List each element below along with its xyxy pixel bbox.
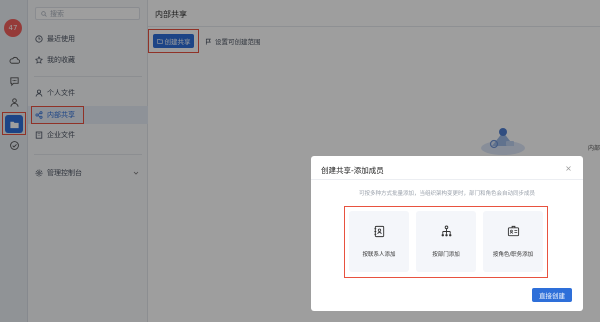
add-by-contact-option[interactable]: 按联系人添加 bbox=[349, 211, 409, 272]
add-by-role-option[interactable]: 按角色/职务添加 bbox=[483, 211, 543, 272]
close-icon[interactable]: × bbox=[565, 165, 572, 173]
add-by-department-option[interactable]: 按部门添加 bbox=[416, 211, 476, 272]
dialog-hint: 可按多种方式批量添加，当组织架构变更时，部门和角色会自动同步成员 bbox=[358, 191, 535, 197]
dialog-divider bbox=[311, 179, 583, 180]
option-label: 按部门添加 bbox=[432, 252, 460, 258]
option-label: 按联系人添加 bbox=[362, 252, 396, 258]
contact-card-icon bbox=[373, 225, 384, 238]
org-chart-icon bbox=[441, 225, 451, 237]
add-members-dialog: 创建共享-添加成员 × 可按多种方式批量添加，当组织架构变更时，部门和角色会自动… bbox=[311, 156, 583, 311]
dialog-title: 创建共享-添加成员 bbox=[321, 166, 384, 175]
role-badge-icon bbox=[507, 225, 519, 237]
option-label: 按角色/职务添加 bbox=[492, 252, 534, 258]
create-directly-button[interactable]: 直接创建 bbox=[532, 288, 572, 302]
